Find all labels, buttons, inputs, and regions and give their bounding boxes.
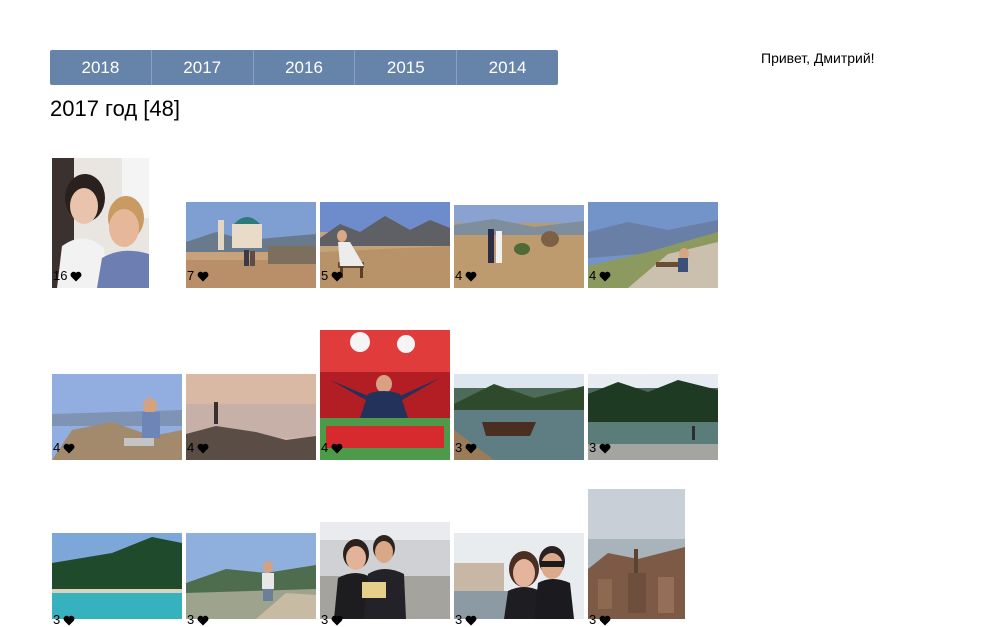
photo-tile[interactable]: 16	[52, 132, 182, 288]
likes-count: 4	[187, 440, 195, 455]
likes-counter[interactable]: 4	[589, 269, 611, 283]
likes-count: 3	[455, 440, 463, 455]
photo-thumbnail[interactable]	[454, 533, 584, 619]
page-title: 2017 год [48]	[50, 96, 180, 121]
photo-thumbnail[interactable]	[52, 533, 182, 619]
likes-count: 5	[321, 268, 329, 283]
likes-count: 16	[53, 268, 68, 283]
photo-tile[interactable]: 7	[186, 132, 316, 288]
heart-icon	[465, 271, 477, 281]
photo-tile[interactable]: 3	[320, 476, 450, 627]
likes-count: 3	[589, 612, 597, 627]
likes-counter[interactable]: 3	[589, 441, 611, 455]
photo-tile[interactable]: 3	[454, 304, 584, 460]
heart-icon	[197, 443, 209, 453]
likes-counter[interactable]: 5	[321, 269, 343, 283]
likes-counter[interactable]: 4	[187, 441, 209, 455]
photo-thumbnail[interactable]	[186, 533, 316, 619]
heart-icon	[599, 271, 611, 281]
heart-icon	[63, 443, 75, 453]
heart-icon	[599, 615, 611, 625]
tab-2015[interactable]: 2015	[355, 50, 458, 85]
likes-counter[interactable]: 7	[187, 269, 209, 283]
year-tabs: 2018 2017 2016 2015 2014	[50, 50, 558, 85]
heart-icon	[465, 615, 477, 625]
photo-thumbnail[interactable]	[320, 522, 450, 619]
likes-counter[interactable]: 3	[53, 613, 75, 627]
photo-tile[interactable]: 3	[588, 476, 718, 627]
heart-icon	[331, 271, 343, 281]
photo-tile[interactable]: 4	[186, 304, 316, 460]
photo-tile[interactable]: 3	[588, 304, 718, 460]
likes-counter[interactable]: 3	[321, 613, 343, 627]
photo-tile[interactable]: 3	[52, 476, 182, 627]
photo-tile[interactable]: 4	[588, 132, 718, 288]
likes-counter[interactable]: 4	[455, 269, 477, 283]
likes-count: 4	[589, 268, 597, 283]
photo-tile[interactable]: 4	[320, 304, 450, 460]
tab-2014[interactable]: 2014	[457, 50, 558, 85]
photo-tile[interactable]: 3	[186, 476, 316, 627]
likes-counter[interactable]: 3	[455, 613, 477, 627]
photo-thumbnail[interactable]	[588, 489, 685, 619]
likes-counter[interactable]: 4	[53, 441, 75, 455]
likes-counter[interactable]: 3	[187, 613, 209, 627]
heart-icon	[599, 443, 611, 453]
likes-count: 3	[53, 612, 61, 627]
likes-counter[interactable]: 16	[53, 269, 82, 283]
heart-icon	[465, 443, 477, 453]
likes-count: 3	[321, 612, 329, 627]
likes-count: 4	[321, 440, 329, 455]
user-greeting: Привет, Дмитрий!	[761, 50, 875, 66]
tab-2016[interactable]: 2016	[254, 50, 356, 85]
likes-count: 4	[455, 268, 463, 283]
heart-icon	[197, 615, 209, 625]
heart-icon	[331, 615, 343, 625]
photo-tile[interactable]: 3	[454, 476, 584, 627]
likes-count: 4	[53, 440, 61, 455]
photo-tile[interactable]: 4	[454, 132, 584, 288]
heart-icon	[63, 615, 75, 625]
photo-tile[interactable]: 4	[52, 304, 182, 460]
likes-counter[interactable]: 3	[455, 441, 477, 455]
likes-counter[interactable]: 3	[589, 613, 611, 627]
likes-counter[interactable]: 4	[321, 441, 343, 455]
tab-2017[interactable]: 2017	[152, 50, 254, 85]
likes-count: 3	[455, 612, 463, 627]
likes-count: 3	[187, 612, 195, 627]
likes-count: 3	[589, 440, 597, 455]
likes-count: 7	[187, 268, 195, 283]
heart-icon	[197, 271, 209, 281]
photo-tile[interactable]: 5	[320, 132, 450, 288]
tab-2018[interactable]: 2018	[50, 50, 152, 85]
heart-icon	[331, 443, 343, 453]
heart-icon	[71, 271, 82, 281]
